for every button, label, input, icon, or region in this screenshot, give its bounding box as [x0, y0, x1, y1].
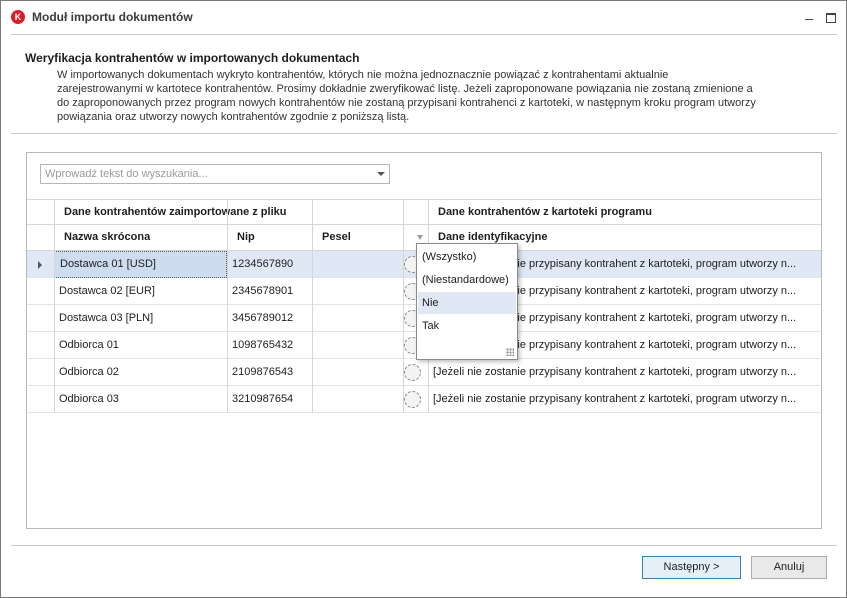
grid-column-divider [403, 199, 404, 413]
next-button[interactable]: Następny > [642, 556, 741, 579]
cell-pesel[interactable] [312, 251, 403, 278]
cell-name[interactable]: Odbiorca 01 [54, 332, 227, 359]
import-window: K Moduł importu dokumentów Weryfikacja k… [0, 0, 847, 598]
filter-option-all[interactable]: (Wszystko) [418, 246, 516, 268]
chevron-down-icon[interactable] [377, 172, 385, 176]
search-placeholder: Wprowadź tekst do wyszukania... [45, 168, 208, 180]
table-row[interactable]: Odbiorca 03 3210987654 [Jeżeli nie zostani… [27, 386, 821, 413]
cell-ident[interactable]: [Jeżeli nie zostanie przypisany kontrahe… [429, 359, 821, 386]
header-area: Weryfikacja kontrahentów w importowanych… [11, 34, 837, 134]
cell-ident[interactable]: [Jeżeli nie zostanie przypisany kontrahe… [429, 386, 821, 413]
table-row[interactable]: Odbiorca 02 2109876543 [Jeżeli nie zostani… [27, 359, 821, 386]
column-header-nip[interactable]: Nip [227, 225, 312, 250]
cell-name[interactable]: Dostawca 01 [USD] [54, 251, 227, 278]
filter-icon[interactable] [417, 235, 423, 240]
status-circle-icon[interactable] [404, 364, 421, 381]
band-header-row: Dane kontrahentów zaimportowane z pliku … [27, 199, 821, 225]
maximize-icon[interactable] [823, 9, 839, 25]
band-indicator [27, 200, 54, 224]
grid-column-divider [312, 199, 313, 413]
column-indicator [27, 225, 54, 250]
title-bar: K Moduł importu dokumentów [1, 1, 846, 33]
cell-name[interactable]: Dostawca 02 [EUR] [54, 278, 227, 305]
filter-option-yes[interactable]: Tak [418, 315, 516, 337]
filter-dropdown: (Wszystko) (Niestandardowe) Nie Tak [416, 243, 518, 360]
filter-option-no[interactable]: Nie [418, 292, 516, 314]
filter-option-custom[interactable]: (Niestandardowe) [418, 269, 516, 291]
window-title: Moduł importu dokumentów [32, 10, 193, 24]
cell-pesel[interactable] [312, 332, 403, 359]
status-circle-icon[interactable] [404, 391, 421, 408]
grid-column-divider [54, 199, 55, 413]
cancel-button[interactable]: Anuluj [751, 556, 827, 579]
page-description: W importowanych dokumentach wykryto kont… [57, 69, 756, 123]
cell-nip[interactable]: 1098765432 [227, 332, 312, 359]
cell-name[interactable]: Odbiorca 03 [54, 386, 227, 413]
cell-nip[interactable]: 3456789012 [227, 305, 312, 332]
cell-nip[interactable]: 2345678901 [227, 278, 312, 305]
cell-nip[interactable]: 2109876543 [227, 359, 312, 386]
column-header-pesel[interactable]: Pesel [312, 225, 403, 250]
resize-grip-icon[interactable] [506, 348, 514, 356]
cell-pesel[interactable] [312, 359, 403, 386]
cell-nip[interactable]: 3210987654 [227, 386, 312, 413]
cell-name[interactable]: Odbiorca 02 [54, 359, 227, 386]
cell-pesel[interactable] [312, 278, 403, 305]
page-title: Weryfikacja kontrahentów w importowanych… [25, 51, 360, 65]
cell-pesel[interactable] [312, 386, 403, 413]
minimize-icon[interactable] [802, 9, 818, 25]
column-header-name[interactable]: Nazwa skrócona [54, 225, 227, 250]
cell-pesel[interactable] [312, 305, 403, 332]
band-catalog: Dane kontrahentów z kartoteki programu [428, 200, 821, 224]
band-status-spacer [403, 200, 428, 224]
footer-divider [11, 545, 837, 546]
search-input[interactable]: Wprowadź tekst do wyszukania... [40, 164, 390, 184]
cell-nip[interactable]: 1234567890 [227, 251, 312, 278]
grid-column-divider [227, 199, 228, 413]
band-imported: Dane kontrahentów zaimportowane z pliku [54, 200, 403, 224]
cell-name[interactable]: Dostawca 03 [PLN] [54, 305, 227, 332]
app-logo-icon: K [11, 10, 25, 24]
row-pointer-icon [38, 261, 42, 269]
